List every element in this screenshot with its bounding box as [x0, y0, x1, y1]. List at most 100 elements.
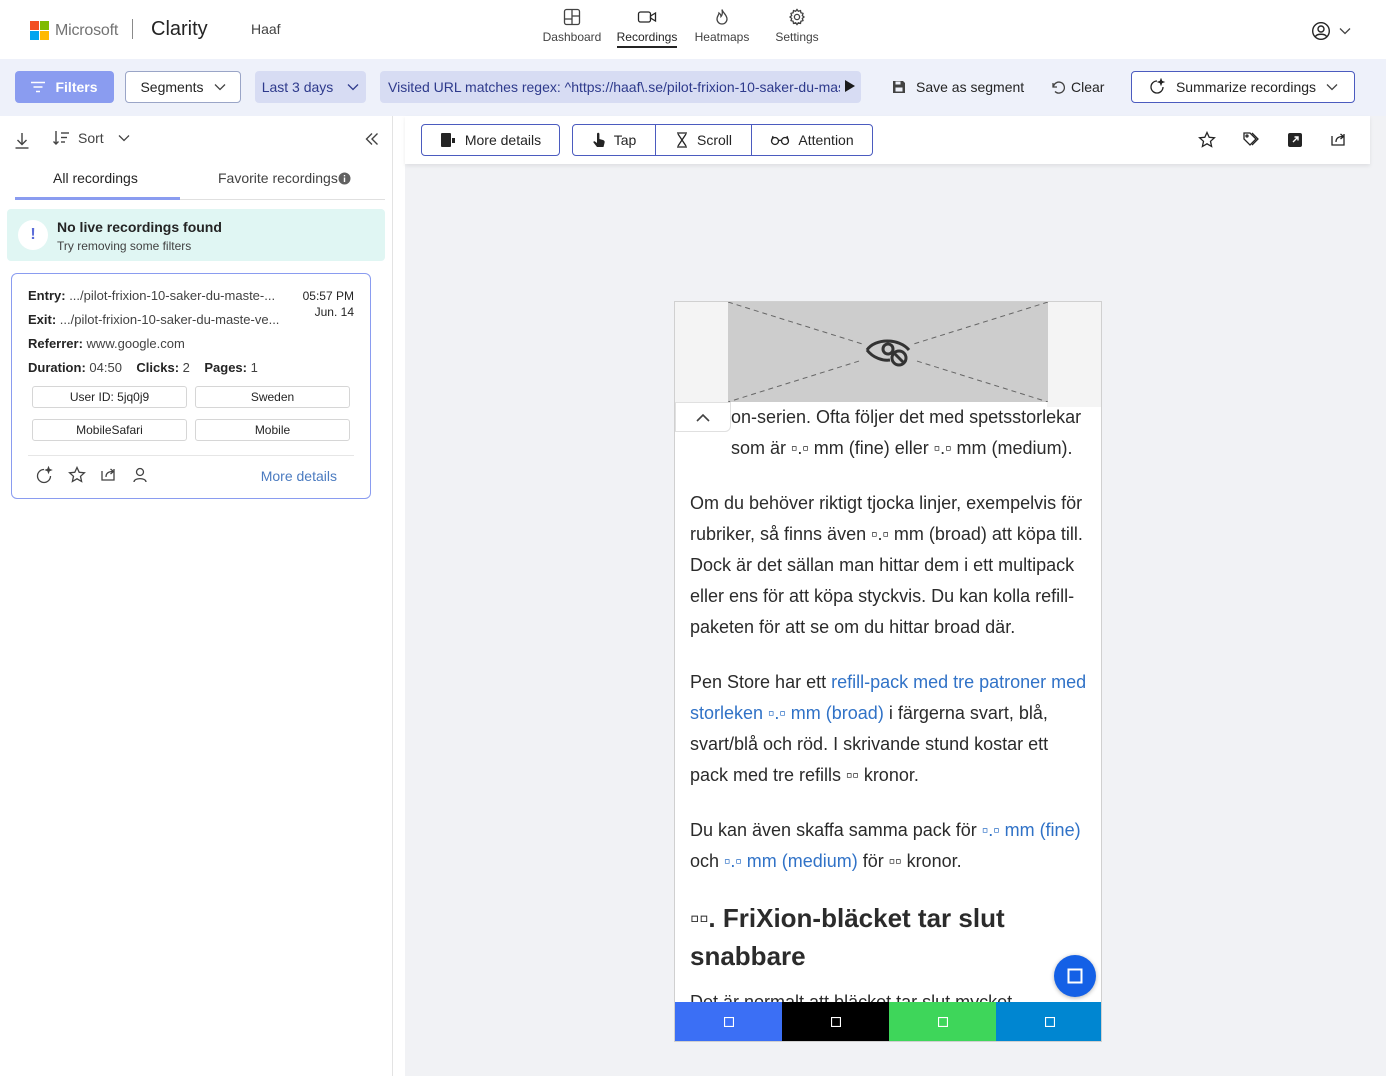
- recording-date: Jun. 14: [314, 305, 354, 319]
- undo-icon: [1052, 81, 1065, 94]
- details-icon: [440, 133, 455, 147]
- masked-image: [728, 302, 1048, 402]
- article-paragraph-4: Du kan även skaffa samma pack för ▫.▫ mm…: [690, 815, 1090, 877]
- medium-link[interactable]: ▫.▫ mm (medium): [724, 851, 858, 871]
- scroll-mode-button[interactable]: Scroll: [656, 125, 752, 155]
- entry-value: .../pilot-frixion-10-saker-du-maste-...: [69, 288, 276, 303]
- camera-icon: [637, 11, 657, 23]
- nav-recordings[interactable]: Recordings: [611, 8, 683, 52]
- tab-all-recordings[interactable]: All recordings: [53, 170, 138, 186]
- pages-label: Pages:: [204, 360, 247, 375]
- exit-label: Exit:: [28, 312, 57, 327]
- date-range-dropdown[interactable]: Last 3 days: [255, 71, 366, 103]
- placeholder-icon: [1044, 1017, 1055, 1027]
- save-as-segment-button[interactable]: Save as segment: [892, 71, 1032, 103]
- product-name[interactable]: Clarity: [151, 18, 208, 41]
- chevron-down-icon: [1326, 84, 1338, 91]
- no-live-recordings-alert: ! No live recordings found Try removing …: [7, 209, 385, 261]
- nav-heatmaps[interactable]: Heatmaps: [686, 8, 758, 52]
- user-avatar-icon: [1311, 21, 1331, 41]
- header-background: [1047, 302, 1101, 407]
- recordings-toolbar: Sort: [14, 130, 379, 152]
- filter-icon: [31, 81, 46, 93]
- alert-title: No live recordings found: [57, 219, 222, 235]
- share-button-3[interactable]: [889, 1002, 996, 1041]
- play-icon[interactable]: [845, 80, 855, 92]
- sort-dropdown[interactable]: Sort: [52, 130, 130, 146]
- date-range-label: Last 3 days: [261, 79, 334, 95]
- tap-mode-button[interactable]: Tap: [573, 125, 656, 155]
- clicks-label: Clicks:: [136, 360, 180, 375]
- divider: [132, 19, 133, 39]
- share-icon[interactable]: [1330, 131, 1348, 149]
- pages-value: 1: [250, 360, 258, 375]
- collapse-panel-icon[interactable]: [365, 132, 379, 146]
- placeholder-icon: [830, 1017, 841, 1027]
- floating-action-button[interactable]: [1054, 955, 1096, 997]
- entry-label: Entry:: [28, 288, 66, 303]
- recording-card[interactable]: Entry: .../pilot-frixion-10-saker-du-mas…: [11, 273, 371, 499]
- more-details-link[interactable]: More details: [261, 468, 337, 484]
- tap-icon: [593, 132, 605, 147]
- attention-mode-button[interactable]: Attention: [752, 125, 872, 155]
- filter-bar: Filters Segments Last 3 days Visited URL…: [0, 59, 1386, 116]
- share-bar: [675, 1002, 1101, 1041]
- share-icon[interactable]: [100, 466, 118, 484]
- user-menu[interactable]: [1311, 21, 1351, 41]
- project-name[interactable]: Haaf: [251, 21, 281, 37]
- header-background: [675, 302, 728, 407]
- session-viewport[interactable]: on-serien. Ofta följer det med spetsstor…: [674, 301, 1102, 1042]
- tap-label: Tap: [613, 132, 637, 148]
- duration-value: 04:50: [89, 360, 122, 375]
- main-nav: Dashboard Recordings Heatmaps Settings: [536, 8, 836, 52]
- star-icon[interactable]: [68, 466, 86, 484]
- fine-link[interactable]: ▫.▫ mm (fine): [982, 820, 1081, 840]
- clear-label: Clear: [1071, 79, 1105, 95]
- star-icon[interactable]: [1198, 131, 1216, 149]
- scroll-icon: [676, 132, 687, 148]
- card-actions: [34, 466, 148, 486]
- chevron-down-icon: [118, 135, 130, 142]
- info-icon: [338, 172, 351, 185]
- clicks-value: 2: [182, 360, 190, 375]
- tags-icon[interactable]: [1242, 131, 1260, 149]
- article-paragraph-3: Pen Store har ett refill-pack med tre pa…: [690, 667, 1090, 791]
- more-details-button[interactable]: More details: [421, 124, 560, 156]
- article-text: on-serien. Ofta följer det med spetsstor…: [731, 407, 1082, 458]
- url-filter-text: Visited URL matches regex: ^https://haaf…: [388, 79, 840, 95]
- dashboard-icon: [563, 8, 581, 26]
- open-external-icon[interactable]: [1286, 131, 1304, 149]
- referrer-value: www.google.com: [86, 336, 185, 351]
- tab-favorite-recordings[interactable]: Favorite recordings: [218, 170, 338, 186]
- sparkle-refresh-icon: [1150, 78, 1166, 94]
- exit-line: Exit: .../pilot-frixion-10-saker-du-mast…: [28, 312, 279, 327]
- stats-line: Duration: 04:50 Clicks: 2 Pages: 1: [28, 360, 258, 375]
- entry-line: Entry: .../pilot-frixion-10-saker-du-mas…: [28, 288, 275, 303]
- user-icon[interactable]: [132, 466, 148, 484]
- tag-country: Sweden: [195, 386, 350, 408]
- nav-settings[interactable]: Settings: [761, 8, 833, 52]
- square-icon: [1067, 968, 1083, 984]
- clear-button[interactable]: Clear: [1050, 71, 1110, 103]
- recordings-tabs: All recordings Favorite recordings: [15, 162, 385, 200]
- segments-dropdown[interactable]: Segments: [125, 71, 241, 103]
- alert-subtitle: Try removing some filters: [57, 239, 192, 253]
- sparkle-refresh-icon[interactable]: [34, 466, 54, 486]
- nav-dashboard[interactable]: Dashboard: [536, 8, 608, 52]
- share-button-4[interactable]: [996, 1002, 1101, 1041]
- tag-device: Mobile: [195, 419, 350, 441]
- view-mode-group: Tap Scroll Attention: [572, 124, 873, 156]
- referrer-line: Referrer: www.google.com: [28, 336, 185, 351]
- save-as-segment-label: Save as segment: [916, 79, 1025, 95]
- summarize-recordings-button[interactable]: Summarize recordings: [1131, 71, 1355, 103]
- url-filter-chip[interactable]: Visited URL matches regex: ^https://haaf…: [380, 71, 861, 103]
- brand-name: Microsoft: [55, 21, 119, 39]
- article-text: Pen Store har ett: [690, 672, 832, 692]
- share-button-2[interactable]: [782, 1002, 889, 1041]
- article-heading: ▫▫. FriXion-bläcket tar slut snabbare: [690, 903, 1005, 971]
- filters-button[interactable]: Filters: [15, 71, 114, 103]
- summarize-recordings-label: Summarize recordings: [1175, 79, 1317, 95]
- share-button-1[interactable]: [675, 1002, 782, 1041]
- nav-recordings-label: Recordings: [616, 30, 678, 48]
- download-icon[interactable]: [14, 132, 30, 150]
